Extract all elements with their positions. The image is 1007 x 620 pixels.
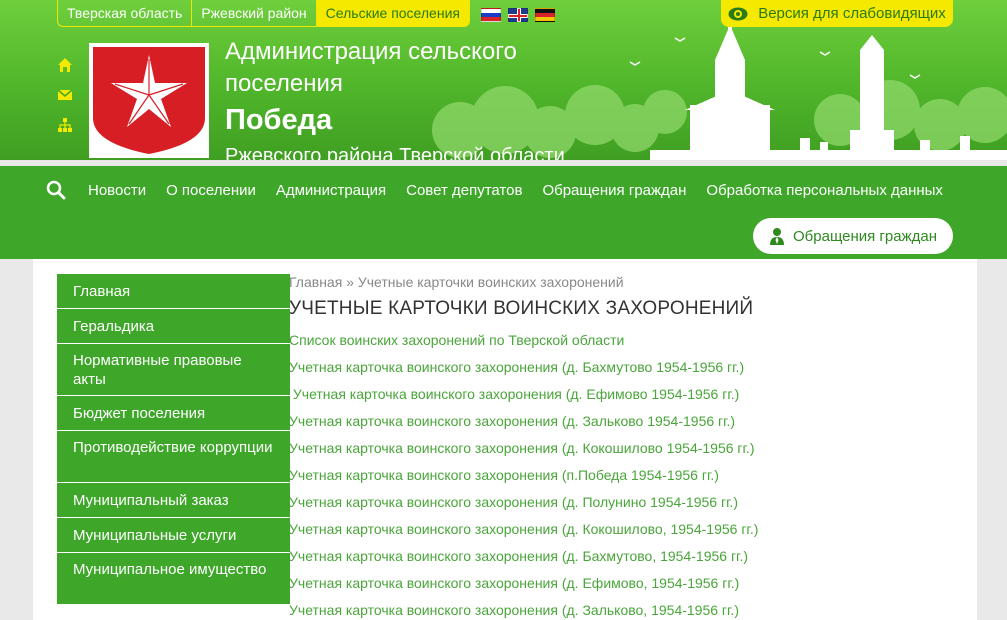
link-burial-list[interactable]: Список воинских захоронений по Тверской …	[289, 330, 969, 357]
site-title-block: Администрация сельского поселения Победа…	[225, 36, 565, 162]
link-card-bakhmutovo[interactable]: Учетная карточка воинского захоронения (…	[289, 357, 969, 384]
main-navigation: Новости О поселении Администрация Совет …	[0, 166, 1007, 259]
sidebar-item-heraldry[interactable]: Геральдика	[57, 309, 290, 344]
region-pill-rzhev[interactable]: Ржевский район	[192, 0, 317, 26]
nav-item-council[interactable]: Совет депутатов	[406, 182, 522, 199]
language-switcher	[481, 8, 555, 22]
sitemap-icon[interactable]	[57, 117, 73, 133]
site-title-line-1: Администрация сельского	[225, 38, 517, 65]
sidebar-item-municipal-services[interactable]: Муниципальные услуги	[57, 518, 290, 553]
link-card-kokoshilovo-2[interactable]: Учетная карточка воинского захоронения (…	[289, 519, 969, 546]
content-area: Главная Геральдика Нормативные правовые …	[33, 259, 977, 620]
sidebar-item-municipal-property[interactable]: Муниципальное имущество	[57, 553, 290, 605]
german-flag-icon[interactable]	[535, 8, 555, 22]
home-icon[interactable]	[57, 57, 73, 73]
accessibility-version-button[interactable]: Версия для слабовидящих	[721, 0, 953, 27]
link-card-zalkovo[interactable]: Учетная карточка воинского захоронения (…	[289, 411, 969, 438]
settlement-name: Победа	[225, 104, 333, 136]
page-title: УЧЕТНЫЕ КАРТОЧКИ ВОИНСКИХ ЗАХОРОНЕНИЙ	[289, 298, 754, 319]
sidebar-menu: Главная Геральдика Нормативные правовые …	[57, 274, 290, 605]
region-breadcrumb-pills: Тверская область Ржевский район Сельские…	[57, 0, 470, 27]
link-card-zalkovo-2[interactable]: Учетная карточка воинского захоронения (…	[289, 600, 969, 620]
region-pill-tver[interactable]: Тверская область	[58, 0, 193, 26]
sidebar-item-anti-corruption[interactable]: Противодействие коррупции	[57, 431, 290, 483]
mail-icon[interactable]	[57, 87, 73, 103]
sidebar-item-regulations[interactable]: Нормативные правовые акты	[57, 344, 290, 396]
russian-flag-icon[interactable]	[481, 8, 501, 22]
citizen-appeals-button[interactable]: Обращения граждан	[753, 218, 953, 254]
nav-item-appeals[interactable]: Обращения граждан	[542, 182, 686, 199]
link-card-polunino[interactable]: Учетная карточка воинского захоронения (…	[289, 492, 969, 519]
link-card-pobeda[interactable]: Учетная карточка воинского захоронения (…	[289, 465, 969, 492]
region-pill-rural[interactable]: Сельские поселения	[316, 0, 469, 26]
sidebar-item-budget[interactable]: Бюджет поселения	[57, 396, 290, 431]
nav-item-administration[interactable]: Администрация	[276, 182, 386, 199]
nav-item-news[interactable]: Новости	[88, 182, 146, 199]
link-card-kokoshilovo[interactable]: Учетная карточка воинского захоронения (…	[289, 438, 969, 465]
accessibility-version-label: Версия для слабовидящих	[758, 5, 946, 22]
sidebar-item-municipal-order[interactable]: Муниципальный заказ	[57, 483, 290, 518]
nav-item-personal-data[interactable]: Обработка персональных данных	[706, 182, 943, 199]
header-quick-icons	[57, 57, 73, 147]
sidebar-item-home[interactable]: Главная	[57, 274, 290, 309]
citizen-appeals-label: Обращения граждан	[793, 227, 937, 245]
link-card-bakhmutovo-2[interactable]: Учетная карточка воинского захоронения (…	[289, 546, 969, 573]
main-content: Главная » Учетные карточки воинских захо…	[289, 274, 969, 620]
link-card-efimovo-2[interactable]: Учетная карточка воинского захоронения (…	[289, 573, 969, 600]
breadcrumb: Главная » Учетные карточки воинских захо…	[289, 274, 624, 290]
coat-of-arms-logo	[89, 43, 209, 158]
site-title-line-2: поселения	[225, 70, 343, 97]
eye-icon	[728, 7, 748, 20]
nav-item-about[interactable]: О поселении	[166, 182, 256, 199]
search-icon[interactable]	[46, 180, 66, 200]
site-header: Тверская область Ржевский район Сельские…	[0, 0, 1007, 162]
uk-flag-icon[interactable]	[508, 8, 528, 22]
link-card-efimovo[interactable]: Учетная карточка воинского захоронения (…	[289, 384, 969, 411]
person-icon	[770, 228, 784, 245]
